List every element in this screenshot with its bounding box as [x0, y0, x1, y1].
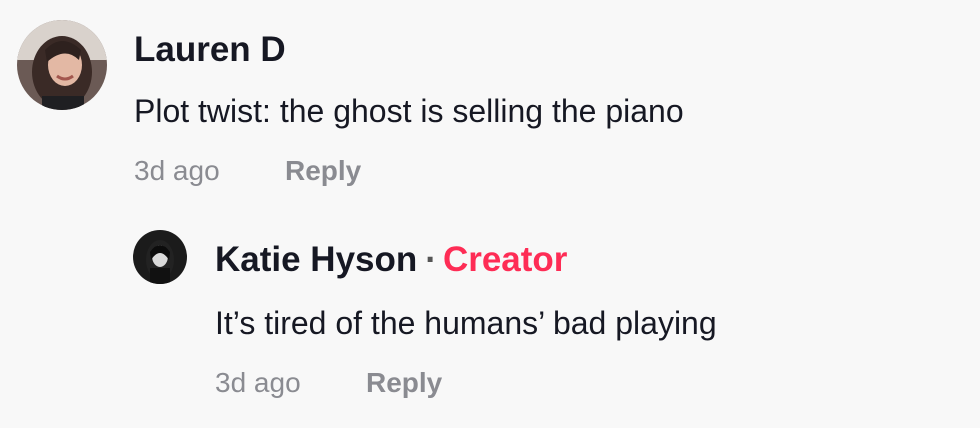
user-avatar-icon	[133, 230, 187, 284]
separator-dot: ·	[425, 240, 437, 279]
avatar[interactable]	[17, 20, 107, 110]
reply-author-line: Katie Hyson · Creator	[215, 240, 567, 280]
comment-item: Lauren D Plot twist: the ghost is sellin…	[0, 0, 980, 210]
reply-timestamp: 3d ago	[215, 367, 301, 398]
comment-text: Plot twist: the ghost is selling the pia…	[134, 93, 684, 129]
comment-author[interactable]: Lauren D	[134, 30, 286, 70]
user-avatar-icon	[17, 20, 107, 110]
comment-timestamp: 3d ago	[134, 155, 220, 186]
reply-button[interactable]: Reply	[366, 365, 442, 401]
avatar[interactable]	[133, 230, 187, 284]
reply-author[interactable]: Katie Hyson	[215, 240, 417, 279]
reply-item: Katie Hyson · Creator It’s tired of the hu…	[0, 220, 980, 428]
reply-text: It’s tired of the humans’ bad playing	[215, 305, 717, 341]
creator-badge: Creator	[442, 240, 568, 279]
reply-button[interactable]: Reply	[285, 153, 361, 189]
